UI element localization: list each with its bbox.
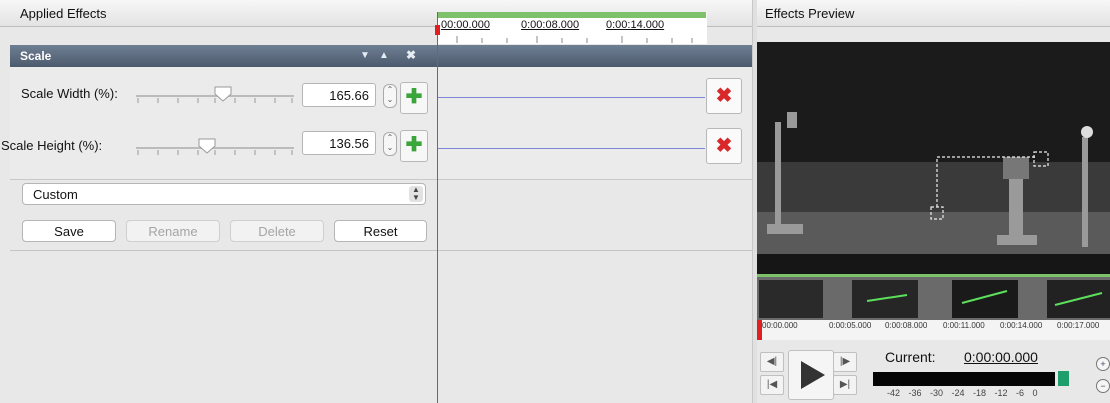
- filmstrip-tick-label: 0:00:14.000: [1000, 321, 1043, 330]
- applied-effects-panel: Applied Effects 00:00.000 0:00:08.000 0:…: [0, 0, 752, 403]
- scale-width-input[interactable]: 165.66: [302, 83, 376, 107]
- filmstrip[interactable]: [757, 277, 1110, 321]
- timeline-range-bar: [437, 12, 706, 18]
- playhead-marker[interactable]: [435, 25, 440, 35]
- video-frame: [757, 42, 1110, 274]
- triangle-down-icon[interactable]: ▼: [360, 50, 370, 61]
- red-x-icon: ✖: [715, 135, 733, 157]
- timeline-tick-label: 0:00:08.000: [521, 19, 580, 31]
- timeline-ticks: [456, 36, 693, 43]
- section-divider: [10, 250, 752, 251]
- red-x-icon: ✖: [715, 85, 733, 107]
- step-back-button[interactable]: ◀|: [760, 352, 784, 372]
- scale-width-label: Scale Width (%):: [21, 86, 118, 101]
- width-keyframe-line: [437, 97, 705, 98]
- play-button[interactable]: [788, 350, 834, 400]
- height-keyframe-line: [437, 148, 705, 149]
- play-icon: [801, 361, 825, 389]
- delete-preset-button[interactable]: Delete: [230, 220, 324, 242]
- filmstrip-tick-label: 0:00:17.000: [1057, 321, 1100, 330]
- scale-height-label: Scale Height (%):: [1, 138, 103, 153]
- scale-height-stepper[interactable]: ⌃ ⌄: [383, 132, 397, 156]
- filmstrip-tick-label: 00:00.000: [762, 321, 798, 330]
- go-to-end-button[interactable]: ▶|: [833, 375, 857, 395]
- filmstrip-tick-label: 0:00:08.000: [885, 321, 928, 330]
- step-forward-button[interactable]: |▶: [833, 352, 857, 372]
- filmstrip-tick-label: 0:00:05.000: [829, 321, 872, 330]
- filmstrip-playhead[interactable]: [757, 320, 762, 340]
- effect-header-scale[interactable]: Scale ▼ ▲ ✖: [10, 45, 752, 67]
- audio-meter-scale: -42 -36 -30 -24 -18 -12 -6 0: [887, 388, 1038, 398]
- reset-preset-button[interactable]: Reset: [334, 220, 427, 242]
- param-row-scale-width: [10, 67, 752, 124]
- param-row-scale-height: [10, 123, 752, 180]
- scale-width-slider-knob[interactable]: [214, 86, 232, 102]
- scale-height-slider-knob[interactable]: [198, 138, 216, 154]
- filmstrip-thumbnails: [757, 277, 1110, 321]
- delete-keyframe-width-button[interactable]: ✖: [706, 78, 742, 114]
- audio-level-meter: [873, 372, 1055, 386]
- go-to-end-icon: ▶|: [839, 379, 851, 390]
- scale-height-input[interactable]: 136.56: [302, 131, 376, 155]
- audio-level-indicator: [1058, 371, 1069, 386]
- close-icon[interactable]: ✖: [406, 48, 416, 62]
- effects-preview-panel: Effects Preview 00:00.000 0:00:05.000 0:…: [757, 0, 1110, 403]
- applied-effects-title: Applied Effects: [20, 6, 107, 21]
- video-preview[interactable]: [757, 42, 1110, 274]
- timeline-tick-label: 0:00:14.000: [606, 19, 665, 31]
- rename-preset-button[interactable]: Rename: [126, 220, 220, 242]
- save-preset-button[interactable]: Save: [22, 220, 116, 242]
- current-time-value[interactable]: 0:00:00.000: [964, 349, 1038, 365]
- timeline-tick-label: 00:00.000: [441, 19, 490, 31]
- plus-icon: ✚: [405, 134, 423, 156]
- chevron-updown-icon: ▲ ▼: [409, 186, 423, 202]
- step-back-icon: ◀|: [766, 356, 778, 367]
- filmstrip-tick-label: 0:00:11.000: [943, 321, 985, 330]
- effects-preview-title: Effects Preview: [765, 6, 855, 21]
- playhead-line[interactable]: [437, 12, 438, 403]
- go-to-start-icon: |◀: [766, 379, 778, 390]
- add-keyframe-width-button[interactable]: ✚: [400, 82, 428, 114]
- filmstrip-ruler[interactable]: 00:00.000 0:00:05.000 0:00:08.000 0:00:1…: [757, 320, 1110, 340]
- scale-width-stepper[interactable]: ⌃ ⌄: [383, 84, 397, 108]
- plus-icon: ✚: [405, 86, 423, 108]
- delete-keyframe-height-button[interactable]: ✖: [706, 128, 742, 164]
- zoom-out-icon[interactable]: −: [1096, 379, 1110, 393]
- preset-select[interactable]: Custom ▲ ▼: [22, 183, 426, 205]
- effect-name: Scale: [20, 49, 52, 63]
- preset-select-value: Custom: [33, 187, 78, 202]
- step-forward-icon: |▶: [839, 356, 851, 367]
- zoom-in-icon[interactable]: +: [1096, 357, 1110, 371]
- add-keyframe-height-button[interactable]: ✚: [400, 130, 428, 162]
- current-time-label: Current:: [885, 349, 936, 365]
- triangle-up-icon[interactable]: ▲: [379, 50, 389, 61]
- go-to-start-button[interactable]: |◀: [760, 375, 784, 395]
